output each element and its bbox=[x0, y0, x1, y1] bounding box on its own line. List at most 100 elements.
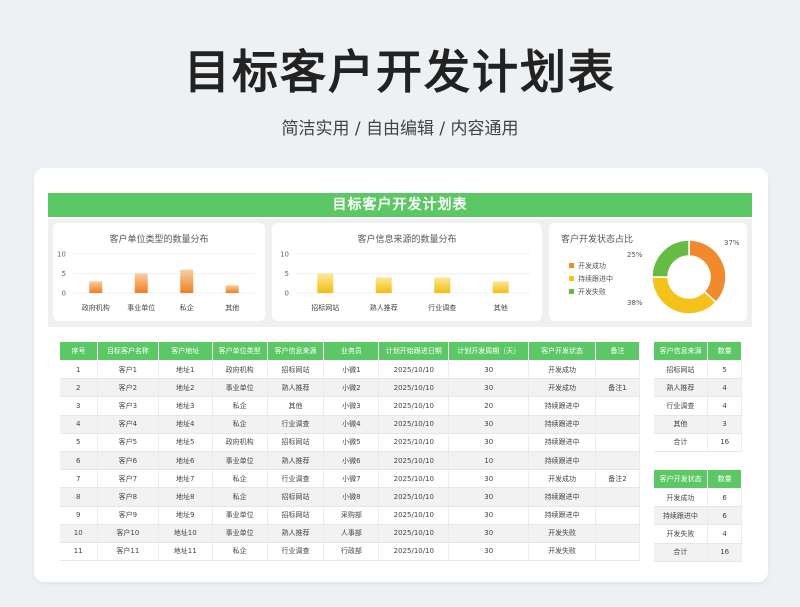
table-cell[interactable]: 30 bbox=[448, 433, 530, 452]
table-cell[interactable]: 地址10 bbox=[158, 524, 213, 543]
table-cell[interactable]: 客户7 bbox=[97, 469, 159, 489]
table-cell[interactable]: 2025/10/10 bbox=[378, 542, 450, 562]
table-cell[interactable]: 8 bbox=[59, 487, 98, 507]
table-cell[interactable]: 开发失败 bbox=[528, 542, 596, 562]
table-cell[interactable]: 7 bbox=[59, 469, 98, 489]
table-row[interactable]: 2 客户2 地址2 事业单位 熟人推荐 小微2 2025/10/10 30 开发成功 备注1 bbox=[59, 378, 640, 398]
table-cell[interactable]: 招标网站 bbox=[653, 360, 709, 380]
table-cell[interactable]: 开发失败 bbox=[653, 524, 709, 544]
table-cell[interactable]: 熟人推荐 bbox=[653, 378, 709, 398]
table-cell[interactable]: 6 bbox=[707, 506, 742, 526]
table-cell[interactable]: 客户1 bbox=[97, 360, 159, 380]
table-row[interactable]: 10 客户10 地址10 事业单位 熟人推荐 人事部 2025/10/10 30 开发失败 bbox=[59, 524, 640, 543]
table-cell[interactable] bbox=[595, 433, 640, 452]
table-cell[interactable]: 人事部 bbox=[323, 524, 380, 543]
table-cell[interactable]: 客户3 bbox=[97, 396, 159, 416]
column-header[interactable]: 计划开发周期（天） bbox=[448, 341, 530, 361]
table-cell[interactable]: 采购部 bbox=[323, 506, 380, 525]
table-cell[interactable]: 招标网站 bbox=[267, 360, 325, 380]
table-cell[interactable]: 持续跟进中 bbox=[528, 415, 596, 434]
table-cell[interactable]: 开发成功 bbox=[653, 488, 709, 508]
table-cell[interactable]: 开发成功 bbox=[528, 469, 596, 489]
table-cell[interactable]: 事业单位 bbox=[212, 524, 268, 543]
table-cell[interactable]: 招标网站 bbox=[267, 433, 325, 452]
table-cell[interactable]: 5 bbox=[59, 433, 98, 452]
table-cell[interactable]: 招标网站 bbox=[267, 487, 325, 507]
table-cell[interactable]: 行政部 bbox=[323, 542, 380, 562]
table-row[interactable]: 开发成功 6 bbox=[653, 488, 742, 508]
table-cell[interactable]: 行业调查 bbox=[267, 415, 325, 434]
table-cell[interactable] bbox=[595, 396, 640, 416]
table-cell[interactable]: 2025/10/10 bbox=[378, 396, 450, 416]
table-cell[interactable] bbox=[595, 360, 640, 380]
table-cell[interactable]: 客户10 bbox=[97, 524, 159, 543]
table-cell[interactable]: 4 bbox=[707, 524, 742, 544]
table-cell[interactable]: 行业调查 bbox=[267, 542, 325, 562]
table-cell[interactable]: 其他 bbox=[653, 415, 709, 434]
table-cell[interactable]: 30 bbox=[448, 506, 530, 525]
table-cell[interactable]: 行业调查 bbox=[267, 469, 325, 489]
table-cell[interactable]: 1 bbox=[59, 360, 98, 380]
table-cell[interactable]: 招标网站 bbox=[267, 506, 325, 525]
table-row[interactable]: 6 客户6 地址6 事业单位 熟人推荐 小微6 2025/10/10 10 持续跟进中 bbox=[59, 451, 640, 471]
table-cell[interactable]: 30 bbox=[448, 487, 530, 507]
table-cell[interactable]: 10 bbox=[59, 524, 98, 543]
table-cell[interactable]: 私企 bbox=[212, 542, 268, 562]
column-header[interactable]: 业务员 bbox=[323, 341, 380, 361]
table-cell[interactable]: 地址2 bbox=[158, 378, 213, 398]
table-row[interactable]: 4 客户4 地址4 私企 行业调查 小微4 2025/10/10 30 持续跟进中 bbox=[59, 415, 640, 434]
table-cell[interactable]: 16 bbox=[707, 543, 742, 562]
table-cell[interactable]: 2025/10/10 bbox=[378, 524, 450, 543]
table-cell[interactable]: 持续跟进中 bbox=[528, 506, 596, 525]
table-cell[interactable]: 政府机构 bbox=[212, 433, 268, 452]
table-cell[interactable]: 6 bbox=[59, 451, 98, 471]
table-row[interactable]: 招标网站 5 bbox=[653, 360, 742, 380]
column-header[interactable]: 备注 bbox=[595, 341, 640, 361]
table-cell[interactable]: 开发成功 bbox=[528, 378, 596, 398]
table-cell[interactable]: 事业单位 bbox=[212, 378, 268, 398]
table-cell[interactable]: 30 bbox=[448, 360, 530, 380]
table-cell[interactable] bbox=[595, 415, 640, 434]
table-row[interactable]: 持续跟进中 6 bbox=[653, 506, 742, 526]
table-cell[interactable]: 4 bbox=[707, 378, 742, 398]
table-cell[interactable]: 持续跟进中 bbox=[528, 487, 596, 507]
table-cell[interactable]: 地址11 bbox=[158, 542, 213, 562]
table-cell[interactable]: 持续跟进中 bbox=[528, 433, 596, 452]
column-header[interactable]: 客户地址 bbox=[157, 341, 213, 361]
table-cell[interactable]: 小微8 bbox=[323, 487, 380, 507]
table-cell[interactable]: 20 bbox=[448, 396, 530, 416]
table-row[interactable]: 合计 16 bbox=[653, 543, 742, 562]
column-header[interactable]: 数量 bbox=[707, 469, 742, 489]
table-row[interactable]: 开发失败 4 bbox=[653, 524, 742, 544]
table-cell[interactable]: 客户11 bbox=[97, 542, 159, 562]
column-header[interactable]: 客户开发状态 bbox=[528, 341, 596, 361]
table-cell[interactable]: 开发成功 bbox=[528, 360, 596, 380]
column-header[interactable]: 目标客户名称 bbox=[96, 341, 159, 361]
table-cell[interactable]: 2025/10/10 bbox=[378, 487, 450, 507]
table-row[interactable]: 3 客户3 地址3 私企 其他 小微3 2025/10/10 20 持续跟进中 bbox=[59, 396, 640, 416]
table-cell[interactable]: 30 bbox=[448, 524, 530, 543]
table-cell[interactable]: 小微1 bbox=[323, 360, 380, 380]
table-row[interactable]: 7 客户7 地址7 私企 行业调查 小微7 2025/10/10 30 开发成功 备注2 bbox=[59, 469, 640, 489]
table-cell[interactable]: 地址3 bbox=[158, 396, 213, 416]
table-cell[interactable]: 备注1 bbox=[595, 378, 640, 398]
table-cell[interactable] bbox=[595, 506, 640, 525]
table-cell[interactable]: 地址6 bbox=[158, 451, 213, 471]
table-cell[interactable]: 合计 bbox=[653, 433, 709, 452]
table-cell[interactable]: 开发失败 bbox=[528, 524, 596, 543]
table-cell[interactable] bbox=[595, 487, 640, 507]
table-cell[interactable]: 小微5 bbox=[323, 433, 380, 452]
column-header[interactable]: 数量 bbox=[707, 341, 742, 361]
table-cell[interactable]: 30 bbox=[448, 542, 530, 562]
table-cell[interactable]: 私企 bbox=[212, 415, 268, 434]
table-cell[interactable]: 熟人推荐 bbox=[267, 451, 325, 471]
table-row[interactable]: 11 客户11 地址11 私企 行业调查 行政部 2025/10/10 30 开发失败 bbox=[59, 542, 640, 562]
table-cell[interactable]: 2025/10/10 bbox=[378, 469, 450, 489]
table-cell[interactable]: 其他 bbox=[267, 396, 325, 416]
table-cell[interactable]: 持续跟进中 bbox=[528, 396, 596, 416]
table-row[interactable]: 行业调查 4 bbox=[653, 396, 742, 416]
table-cell[interactable]: 5 bbox=[707, 360, 742, 380]
table-cell[interactable]: 小微6 bbox=[323, 451, 380, 471]
table-cell[interactable]: 私企 bbox=[212, 396, 268, 416]
table-cell[interactable]: 客户8 bbox=[97, 487, 159, 507]
